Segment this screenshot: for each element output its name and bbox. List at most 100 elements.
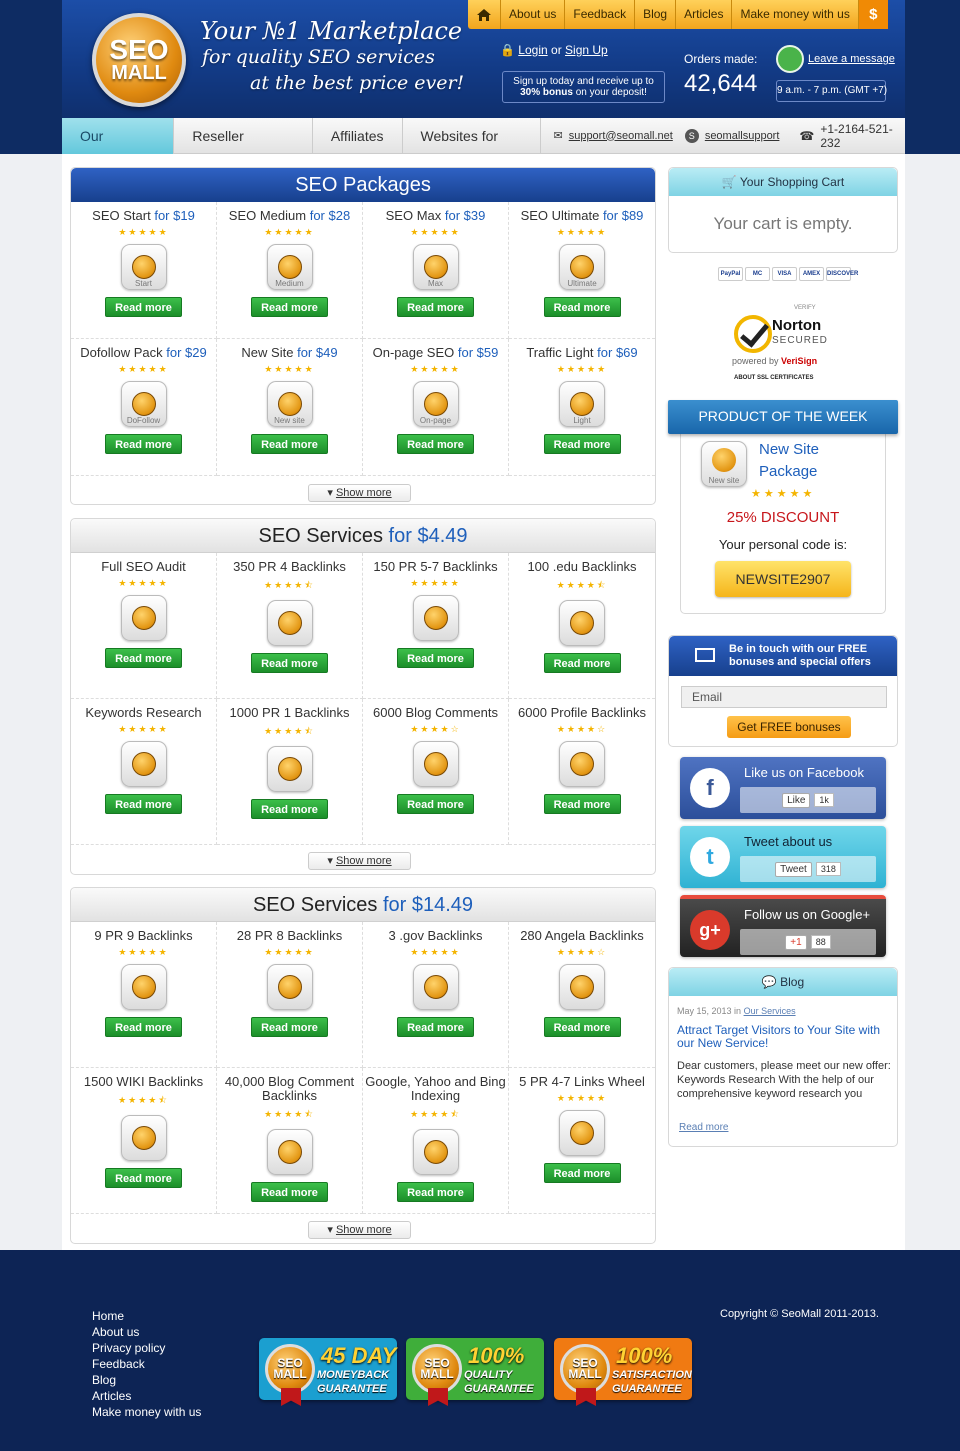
read-more-button[interactable]: Read more <box>105 1017 182 1037</box>
read-more-button[interactable]: Read more <box>543 1017 621 1037</box>
service-name[interactable]: 9 PR 9 Backlinks <box>71 922 216 943</box>
skype-contact[interactable]: S seomallsupport <box>684 128 779 143</box>
service-icon[interactable] <box>120 741 167 787</box>
service-icon[interactable] <box>559 600 605 646</box>
ssl-about-link[interactable]: ABOUT SSL CERTIFICATES <box>734 375 813 381</box>
facebook-box[interactable]: f Like us on Facebook Like 1k <box>680 757 886 819</box>
service-name[interactable]: 280 Angela Backlinks <box>509 922 655 943</box>
footer-link[interactable]: Home <box>92 1308 201 1324</box>
read-more-button[interactable]: Read more <box>543 434 621 454</box>
service-icon[interactable]: Medium <box>266 244 313 290</box>
read-more-button[interactable]: Read more <box>105 648 182 668</box>
site-logo[interactable]: SEO MALL <box>92 13 186 107</box>
twitter-box[interactable]: t Tweet about us Tweet 318 <box>680 826 886 888</box>
tab-affiliates[interactable]: Affiliates <box>313 117 403 154</box>
service-icon[interactable] <box>266 964 313 1010</box>
dollar-icon[interactable]: $ <box>857 0 888 29</box>
service-name[interactable]: 3 .gov Backlinks <box>363 922 508 943</box>
get-bonuses-button[interactable]: Get FREE bonuses <box>727 716 851 738</box>
topnav-blog[interactable]: Blog <box>634 0 675 29</box>
service-name[interactable]: 1500 WIKI Backlinks <box>71 1068 216 1089</box>
service-icon[interactable] <box>559 741 605 787</box>
read-more-button[interactable]: Read more <box>251 1017 328 1037</box>
service-icon[interactable] <box>266 600 313 646</box>
service-icon[interactable]: On-page <box>412 381 459 427</box>
service-icon[interactable]: DoFollow <box>120 381 167 427</box>
service-name[interactable]: SEO Ultimate for $89 <box>509 202 655 223</box>
potw-product-name[interactable]: New Site Package <box>759 439 819 483</box>
service-name[interactable]: SEO Medium for $28 <box>217 202 362 223</box>
read-more-button[interactable]: Read more <box>105 794 182 814</box>
tab-websites-for-sale[interactable]: Websites for Sale <box>403 117 542 180</box>
login-link[interactable]: Login <box>518 43 547 57</box>
tab-reseller-program[interactable]: Reseller Program <box>174 117 313 180</box>
blog-read-more[interactable]: Read more <box>679 1122 728 1133</box>
service-name[interactable]: Dofollow Pack for $29 <box>71 339 216 360</box>
service-icon[interactable]: Light <box>559 381 605 427</box>
email-input[interactable]: Email <box>681 686 887 708</box>
service-name[interactable]: 28 PR 8 Backlinks <box>217 922 362 943</box>
facebook-like-button[interactable]: Like <box>782 792 811 808</box>
topnav-make-money[interactable]: Make money with us <box>731 0 857 29</box>
service-name[interactable]: Keywords Research <box>71 699 216 720</box>
service-name[interactable]: 150 PR 5-7 Backlinks <box>363 553 508 574</box>
support-email[interactable]: ✉ support@seomall.net <box>553 129 672 143</box>
service-name[interactable]: 350 PR 4 Backlinks <box>217 553 362 574</box>
service-name[interactable]: Full SEO Audit <box>71 553 216 574</box>
service-icon[interactable]: New site <box>266 381 313 427</box>
signup-link[interactable]: Sign Up <box>565 43 608 57</box>
read-more-button[interactable]: Read more <box>105 1168 182 1188</box>
service-name[interactable]: Traffic Light for $69 <box>509 339 655 360</box>
service-name[interactable]: On-page SEO for $59 <box>363 339 508 360</box>
service-icon[interactable] <box>559 964 605 1010</box>
norton-seal[interactable]: VERIFY Norton SECURED powered by VeriSig… <box>724 305 844 385</box>
read-more-button[interactable]: Read more <box>397 434 474 454</box>
read-more-button[interactable]: Read more <box>251 1182 328 1202</box>
show-more-button[interactable]: ▾ Show more <box>308 1221 411 1239</box>
footer-link[interactable]: Blog <box>92 1372 201 1388</box>
show-more-button[interactable]: ▾ Show more <box>308 484 411 502</box>
footer-link[interactable]: Make money with us <box>92 1404 201 1420</box>
home-icon[interactable] <box>468 0 500 29</box>
read-more-button[interactable]: Read more <box>543 1163 621 1183</box>
topnav-feedback[interactable]: Feedback <box>564 0 634 29</box>
service-icon[interactable]: Max <box>412 244 459 290</box>
service-name[interactable]: Google, Yahoo and Bing Indexing <box>363 1068 508 1103</box>
service-name[interactable]: 1000 PR 1 Backlinks <box>217 699 362 720</box>
read-more-button[interactable]: Read more <box>397 794 474 814</box>
service-name[interactable]: 5 PR 4-7 Links Wheel <box>509 1068 655 1089</box>
service-name[interactable]: 6000 Profile Backlinks <box>509 699 655 720</box>
blog-post-title[interactable]: Attract Target Visitors to Your Site wit… <box>677 1024 891 1050</box>
service-icon[interactable] <box>559 1110 605 1156</box>
read-more-button[interactable]: Read more <box>251 434 328 454</box>
service-name[interactable]: 6000 Blog Comments <box>363 699 508 720</box>
blog-category-link[interactable]: Our Services <box>744 1006 796 1016</box>
service-icon[interactable] <box>266 1129 313 1175</box>
service-icon[interactable] <box>412 964 459 1010</box>
read-more-button[interactable]: Read more <box>543 653 621 673</box>
topnav-articles[interactable]: Articles <box>675 0 731 29</box>
read-more-button[interactable]: Read more <box>105 434 182 454</box>
service-icon[interactable]: Ultimate <box>559 244 605 290</box>
service-icon[interactable] <box>120 595 167 641</box>
show-more-button[interactable]: ▾ Show more <box>308 852 411 870</box>
leave-message-link[interactable]: Leave a message <box>808 53 895 65</box>
tweet-button[interactable]: Tweet <box>775 861 812 877</box>
read-more-button[interactable]: Read more <box>397 1017 474 1037</box>
googleplus-box[interactable]: g+ Follow us on Google+ +1 88 <box>680 895 886 957</box>
read-more-button[interactable]: Read more <box>397 648 474 668</box>
footer-link[interactable]: About us <box>92 1324 201 1340</box>
service-name[interactable]: 100 .edu Backlinks <box>509 553 655 574</box>
service-name[interactable]: 40,000 Blog Comment Backlinks <box>217 1068 362 1103</box>
footer-link[interactable]: Feedback <box>92 1356 201 1372</box>
footer-link[interactable]: Privacy policy <box>92 1340 201 1356</box>
service-icon[interactable] <box>120 964 167 1010</box>
read-more-button[interactable]: Read more <box>251 799 328 819</box>
service-icon[interactable]: Start <box>120 244 167 290</box>
service-name[interactable]: SEO Max for $39 <box>363 202 508 223</box>
service-icon[interactable] <box>120 1115 167 1161</box>
topnav-about-us[interactable]: About us <box>500 0 564 29</box>
read-more-button[interactable]: Read more <box>543 794 621 814</box>
footer-link[interactable]: Articles <box>92 1388 201 1404</box>
service-name[interactable]: SEO Start for $19 <box>71 202 216 223</box>
